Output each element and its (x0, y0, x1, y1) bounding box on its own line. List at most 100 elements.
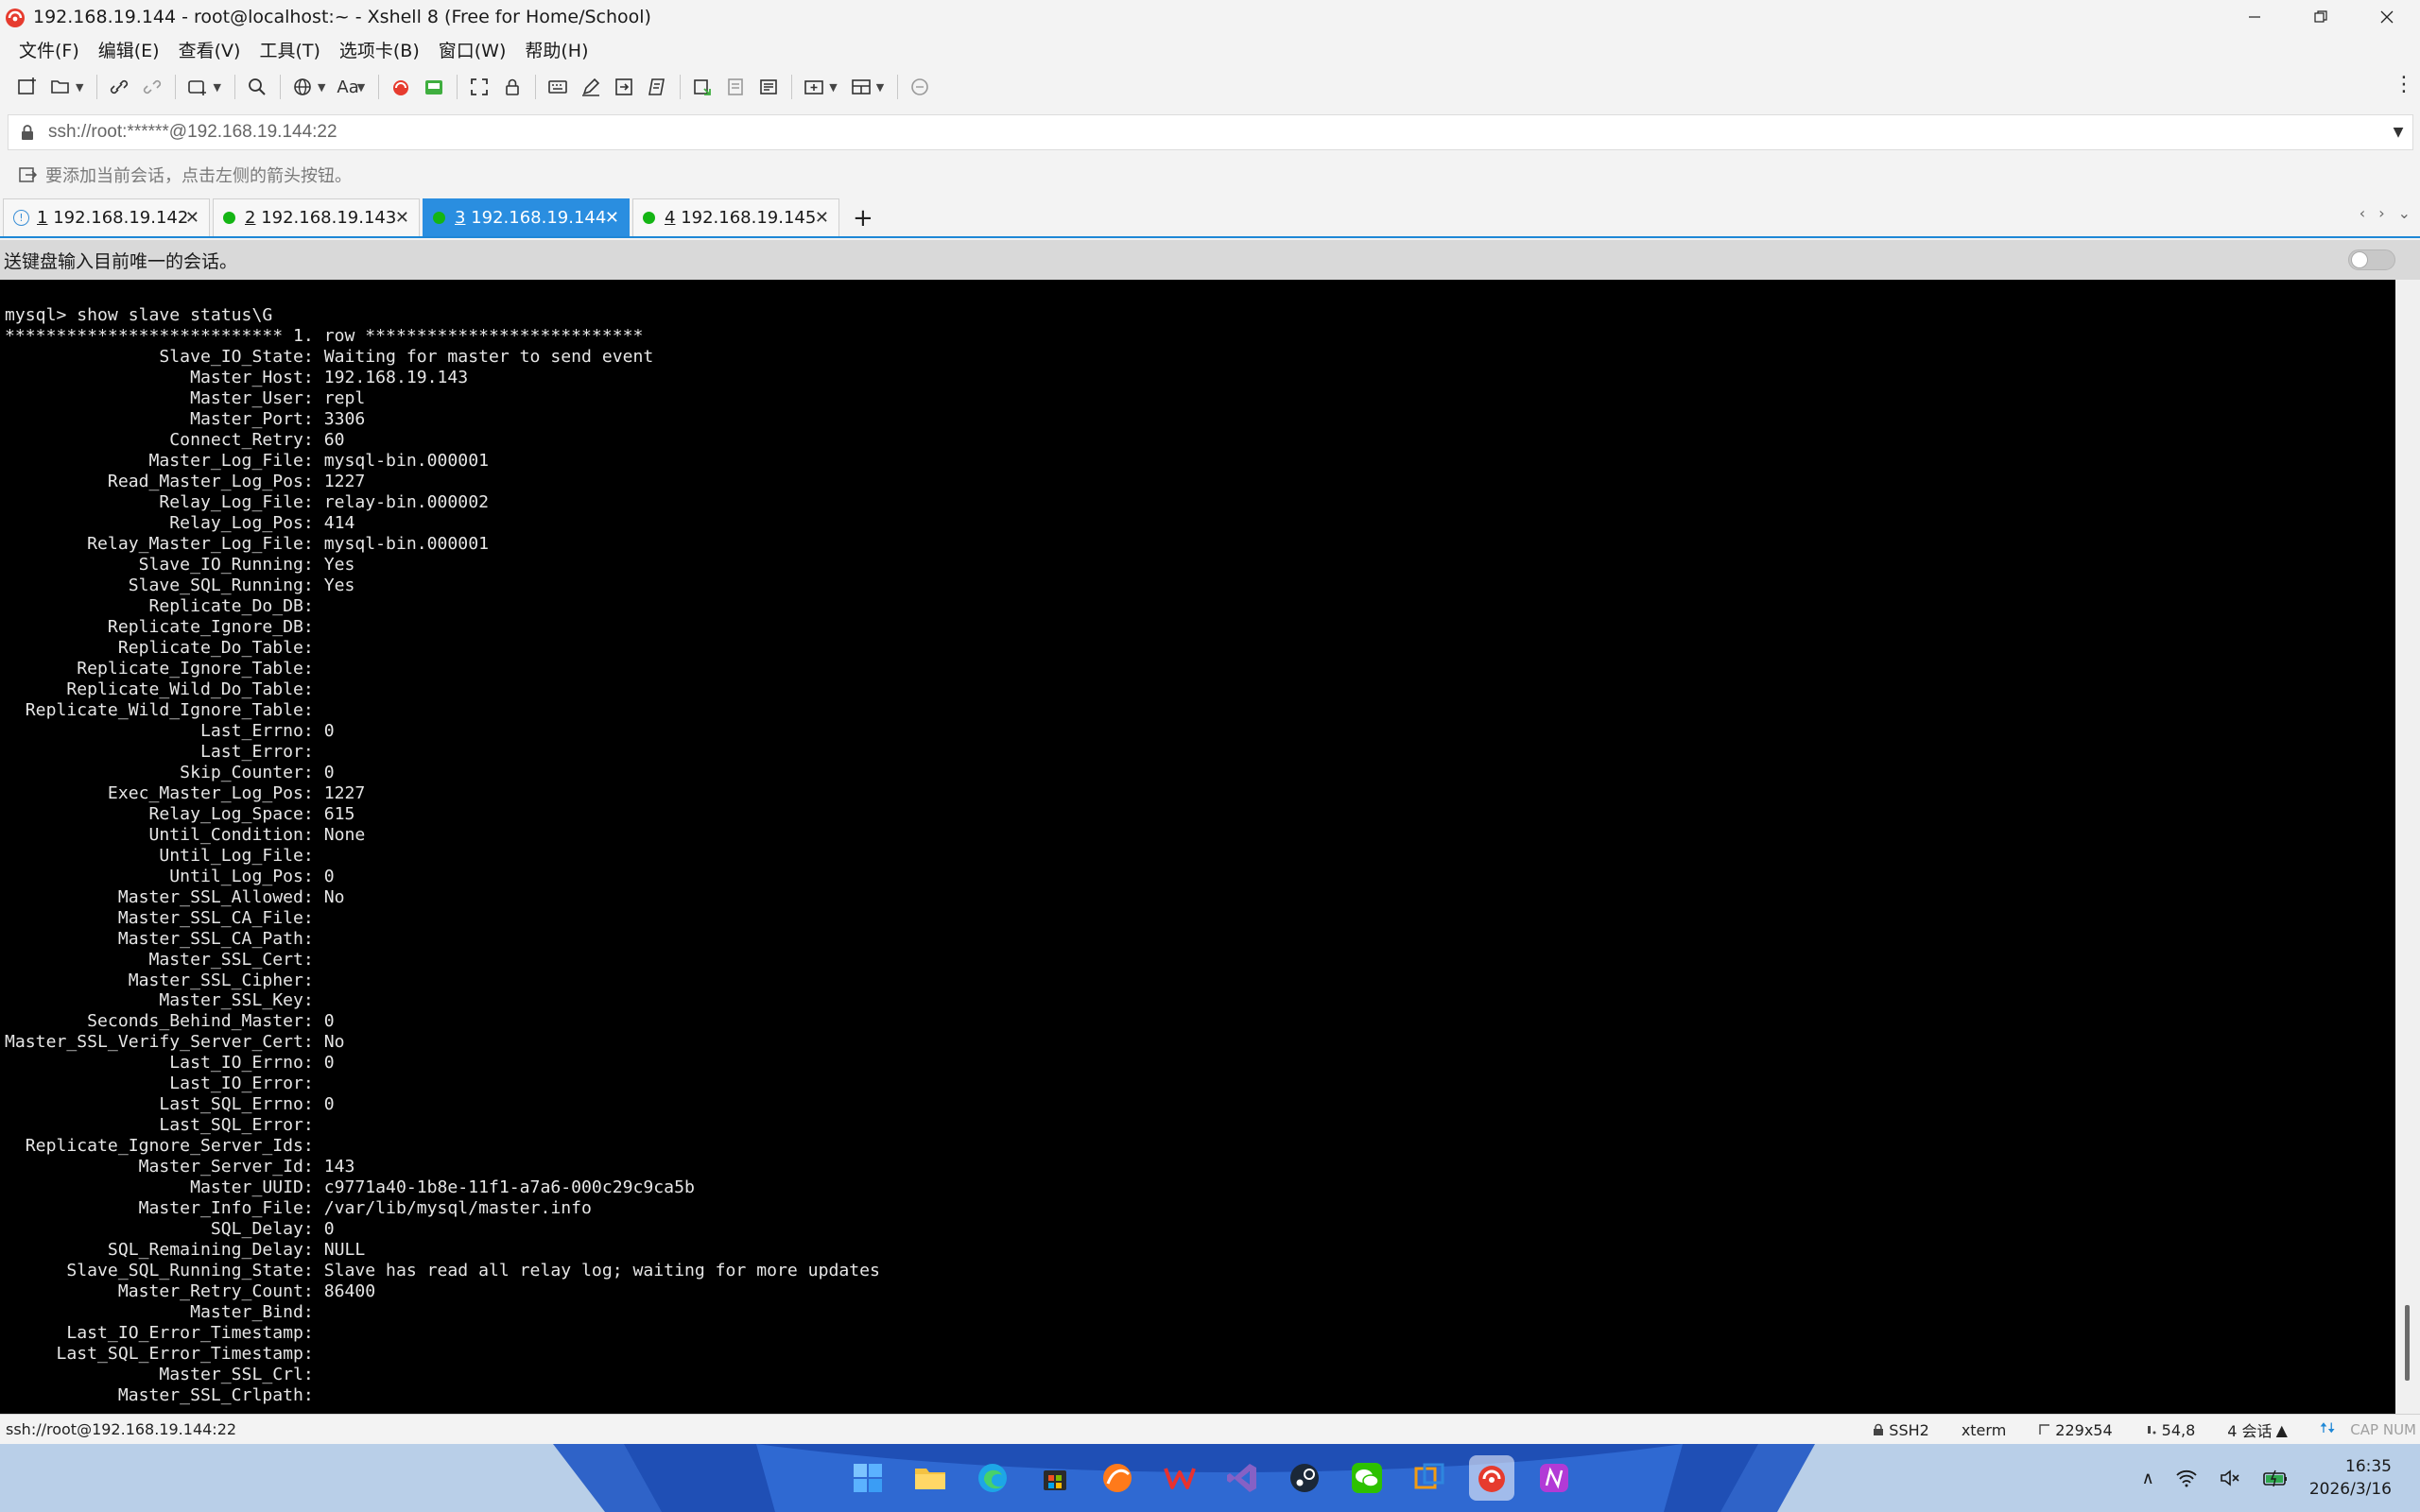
terminal-line: Master_SSL_Key: (5, 990, 324, 1011)
taskbar-xshell[interactable] (1469, 1455, 1514, 1501)
print-button[interactable] (723, 75, 748, 99)
menu-view[interactable]: 查看(V) (169, 37, 251, 62)
encoding-button[interactable] (290, 75, 315, 99)
battery-charging-icon[interactable] (2262, 1469, 2289, 1487)
terminal-line: Last_Errno: 0 (5, 720, 335, 741)
taskbar-file-explorer[interactable] (908, 1455, 953, 1501)
menu-tabs[interactable]: 选项卡(B) (330, 37, 429, 62)
wifi-icon[interactable] (2175, 1469, 2198, 1487)
fullscreen-icon (471, 78, 489, 95)
tab-session-4[interactable]: 4 192.168.19.145 ✕ (632, 198, 839, 236)
new-session-button[interactable] (15, 75, 40, 99)
tab-session-1[interactable]: ! 1 192.168.19.142 ✕ (3, 198, 210, 236)
tab-session-3[interactable]: 3 192.168.19.144 ✕ (423, 198, 630, 236)
terminal-line: Slave_SQL_Running: Yes (5, 575, 355, 595)
taskbar-edge[interactable] (970, 1455, 1015, 1501)
menu-tools[interactable]: 工具(T) (250, 37, 329, 62)
lock-icon (22, 125, 33, 140)
xshell-logo-icon (6, 8, 25, 27)
taskbar-wechat[interactable] (1344, 1455, 1390, 1501)
menu-file[interactable]: 文件(F) (9, 37, 89, 62)
find-button[interactable] (245, 75, 269, 99)
toolbar-separator (378, 75, 380, 99)
font-button[interactable]: Aa (337, 77, 358, 97)
compose-button[interactable] (579, 75, 603, 99)
toggle-knob (2351, 251, 2368, 268)
layout-button[interactable] (849, 75, 873, 99)
tab-label: 2 192.168.19.143 (245, 208, 397, 228)
taskbar-wps[interactable] (1157, 1455, 1202, 1501)
script-button[interactable] (645, 75, 669, 99)
tab-prev-chevron-icon[interactable]: ‹ (2360, 204, 2365, 222)
encoding-dropdown-chevron-icon[interactable]: ▼ (318, 81, 325, 94)
taskbar-app-orange[interactable] (1095, 1455, 1140, 1501)
status-right-group: SSH2 xterm 229x54 54,8 4 会话 ▲ 🠅🠇 CAP NUM (1872, 1415, 2420, 1445)
tab-next-chevron-icon[interactable]: › (2378, 204, 2384, 222)
taskbar-visual-studio[interactable] (1219, 1455, 1265, 1501)
restore-button[interactable] (2288, 0, 2354, 33)
open-button[interactable] (48, 75, 73, 99)
new-tab-button[interactable] (185, 75, 210, 99)
toolbar-separator (279, 75, 281, 99)
add-session-arrow-icon[interactable] (17, 164, 38, 185)
tab-close-icon[interactable]: ✕ (815, 208, 829, 228)
status-session-count[interactable]: 4 会话 ▲ (2227, 1418, 2288, 1441)
terminal-line: Until_Log_File: (5, 845, 324, 866)
terminal-lines: mysql> show slave status\G **************… (0, 280, 2395, 1406)
new-tab-dropdown-chevron-icon[interactable]: ▼ (213, 81, 220, 94)
start-button[interactable] (845, 1455, 890, 1501)
address-dropdown-chevron-icon[interactable]: ▼ (2384, 125, 2412, 140)
terminal-line: Master_SSL_CA_Path: (5, 928, 324, 949)
tab-session-2[interactable]: 2 192.168.19.143 ✕ (213, 198, 420, 236)
address-input[interactable] (37, 121, 2384, 144)
close-window-button[interactable] (2354, 0, 2420, 33)
keyboard-button[interactable] (545, 75, 570, 99)
tab-navigation: ‹ › ⌄ (2360, 204, 2411, 222)
menu-window[interactable]: 窗口(W) (429, 37, 516, 62)
scrollbar-thumb[interactable] (2405, 1305, 2410, 1381)
minimize-button[interactable] (2221, 0, 2288, 33)
send-to-all-toggle[interactable] (2348, 249, 2395, 270)
terminal-line: *************************** 1. row *****… (5, 325, 644, 346)
taskbar-steam[interactable] (1282, 1455, 1327, 1501)
terminal-line: Master_SSL_Cipher: (5, 970, 324, 990)
menu-help[interactable]: 帮助(H) (515, 37, 597, 62)
toolbar-overflow-icon[interactable]: ⋮ (2394, 73, 2414, 96)
add-tab-group-button[interactable] (802, 75, 826, 99)
taskbar-app-purple[interactable] (1531, 1455, 1577, 1501)
terminal-scrollbar[interactable] (2395, 280, 2420, 1414)
resize-icon (2039, 1424, 2050, 1435)
log-button[interactable] (690, 75, 715, 99)
windows-taskbar: ∧ 16:35 2026/3/16 (0, 1444, 2420, 1512)
chat-button[interactable] (908, 75, 932, 99)
volume-muted-icon[interactable] (2219, 1469, 2241, 1487)
tab-close-icon[interactable]: ✕ (395, 208, 409, 228)
xftp-button[interactable] (422, 75, 446, 99)
connect-button[interactable] (107, 75, 131, 99)
menu-edit[interactable]: 编辑(E) (89, 37, 169, 62)
open-dropdown-chevron-icon[interactable]: ▼ (76, 81, 83, 94)
tab-group-dropdown-chevron-icon[interactable]: ▼ (829, 81, 837, 94)
disconnect-button[interactable] (140, 75, 164, 99)
transfer-button[interactable] (612, 75, 636, 99)
add-tab-plus-icon[interactable]: + (853, 204, 873, 232)
tray-clock[interactable]: 16:35 2026/3/16 (2309, 1455, 2392, 1501)
xshell-color-button[interactable] (389, 75, 413, 99)
lock-button[interactable] (500, 75, 525, 99)
terminal-line: SQL_Remaining_Delay: NULL (5, 1240, 366, 1261)
font-dropdown-chevron-icon[interactable]: ▼ (357, 81, 365, 94)
tab-close-icon[interactable]: ✕ (185, 208, 199, 228)
terminal-line: Replicate_Do_Table: (5, 637, 324, 658)
terminal-output[interactable]: mysql> show slave status\G **************… (0, 280, 2395, 1414)
taskbar-app-window[interactable] (1407, 1455, 1452, 1501)
terminal-line: SQL_Delay: 0 (5, 1219, 335, 1240)
tray-overflow-chevron-icon[interactable]: ∧ (2142, 1469, 2154, 1488)
toolbar-separator (897, 75, 899, 99)
layout-dropdown-chevron-icon[interactable]: ▼ (876, 81, 884, 94)
fullscreen-button[interactable] (467, 75, 492, 99)
tab-list-chevron-icon[interactable]: ⌄ (2398, 204, 2411, 222)
tab-close-icon[interactable]: ✕ (605, 208, 619, 228)
taskbar-store[interactable] (1032, 1455, 1078, 1501)
notes-button[interactable] (756, 75, 781, 99)
terminal-line: Master_SSL_CA_File: (5, 907, 324, 928)
